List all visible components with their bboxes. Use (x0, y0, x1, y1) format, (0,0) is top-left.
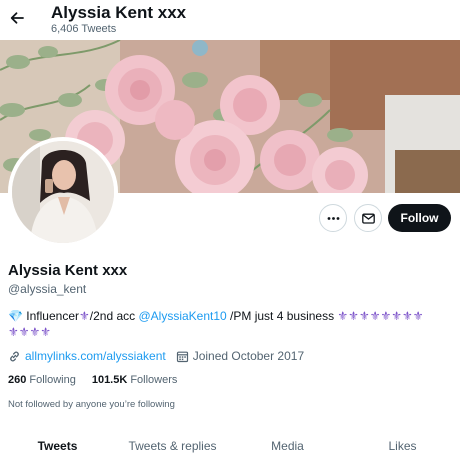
display-name: Alyssia Kent xxx (8, 262, 128, 279)
tab-tweets[interactable]: Tweets (0, 426, 115, 460)
profile-bio: 💎 Influencer⚜/2nd acc @AlyssiaKent10 /PM… (8, 308, 453, 340)
message-button[interactable] (354, 204, 382, 232)
profile-header: Alyssia Kent xxx 6,406 Tweets (0, 0, 460, 40)
user-handle: @alyssia_kent (8, 282, 87, 296)
joined-date: Joined October 2017 (192, 349, 305, 363)
fleur-de-lis-row: ⚜⚜⚜⚜⚜⚜⚜⚜ (337, 309, 424, 323)
fleur-de-lis-row-2: ⚜⚜⚜⚜ (8, 325, 52, 339)
calendar-icon (176, 351, 188, 362)
profile-avatar[interactable] (8, 137, 118, 247)
profile-meta: allmylinks.com/alyssiakent Joined Octobe… (8, 348, 304, 364)
back-button[interactable] (6, 6, 28, 30)
followers-count: 101.5K (91, 374, 128, 386)
diamond-emoji: 💎 (8, 309, 23, 323)
arrow-left-icon (10, 12, 24, 24)
header-title: Alyssia Kent xxx (51, 3, 187, 22)
fleur-de-lis-emoji: ⚜ (79, 309, 90, 323)
bio-text-3: /PM just 4 business (226, 309, 338, 323)
profile-website-link[interactable]: allmylinks.com/alyssiakent (25, 349, 166, 363)
tweet-count: 6,406 Tweets (51, 23, 117, 35)
profile-tabs: Tweets Tweets & replies Media Likes (0, 426, 460, 460)
tab-likes[interactable]: Likes (345, 426, 460, 460)
tab-tweets-replies[interactable]: Tweets & replies (115, 426, 230, 460)
envelope-icon (361, 213, 375, 224)
follow-stats: 260 Following 101.5K Followers (8, 374, 177, 386)
following-label: Following (29, 374, 76, 386)
more-dots-icon (327, 216, 339, 220)
following-link[interactable]: 260 Following (8, 374, 76, 386)
bio-text-2: /2nd acc (89, 309, 139, 323)
not-followed-notice: Not followed by anyone you’re following (8, 399, 175, 410)
follow-button[interactable]: Follow (388, 204, 451, 232)
tab-media[interactable]: Media (230, 426, 345, 460)
avatar-image (12, 141, 114, 243)
bio-mention-link[interactable]: @AlyssiaKent10 (138, 309, 226, 323)
link-icon (10, 351, 19, 361)
following-count: 260 (8, 374, 27, 386)
followers-link[interactable]: 101.5K Followers (92, 374, 178, 386)
bio-text-1: Influencer (22, 309, 79, 323)
followers-label: Followers (130, 374, 178, 386)
more-button[interactable] (319, 204, 347, 232)
